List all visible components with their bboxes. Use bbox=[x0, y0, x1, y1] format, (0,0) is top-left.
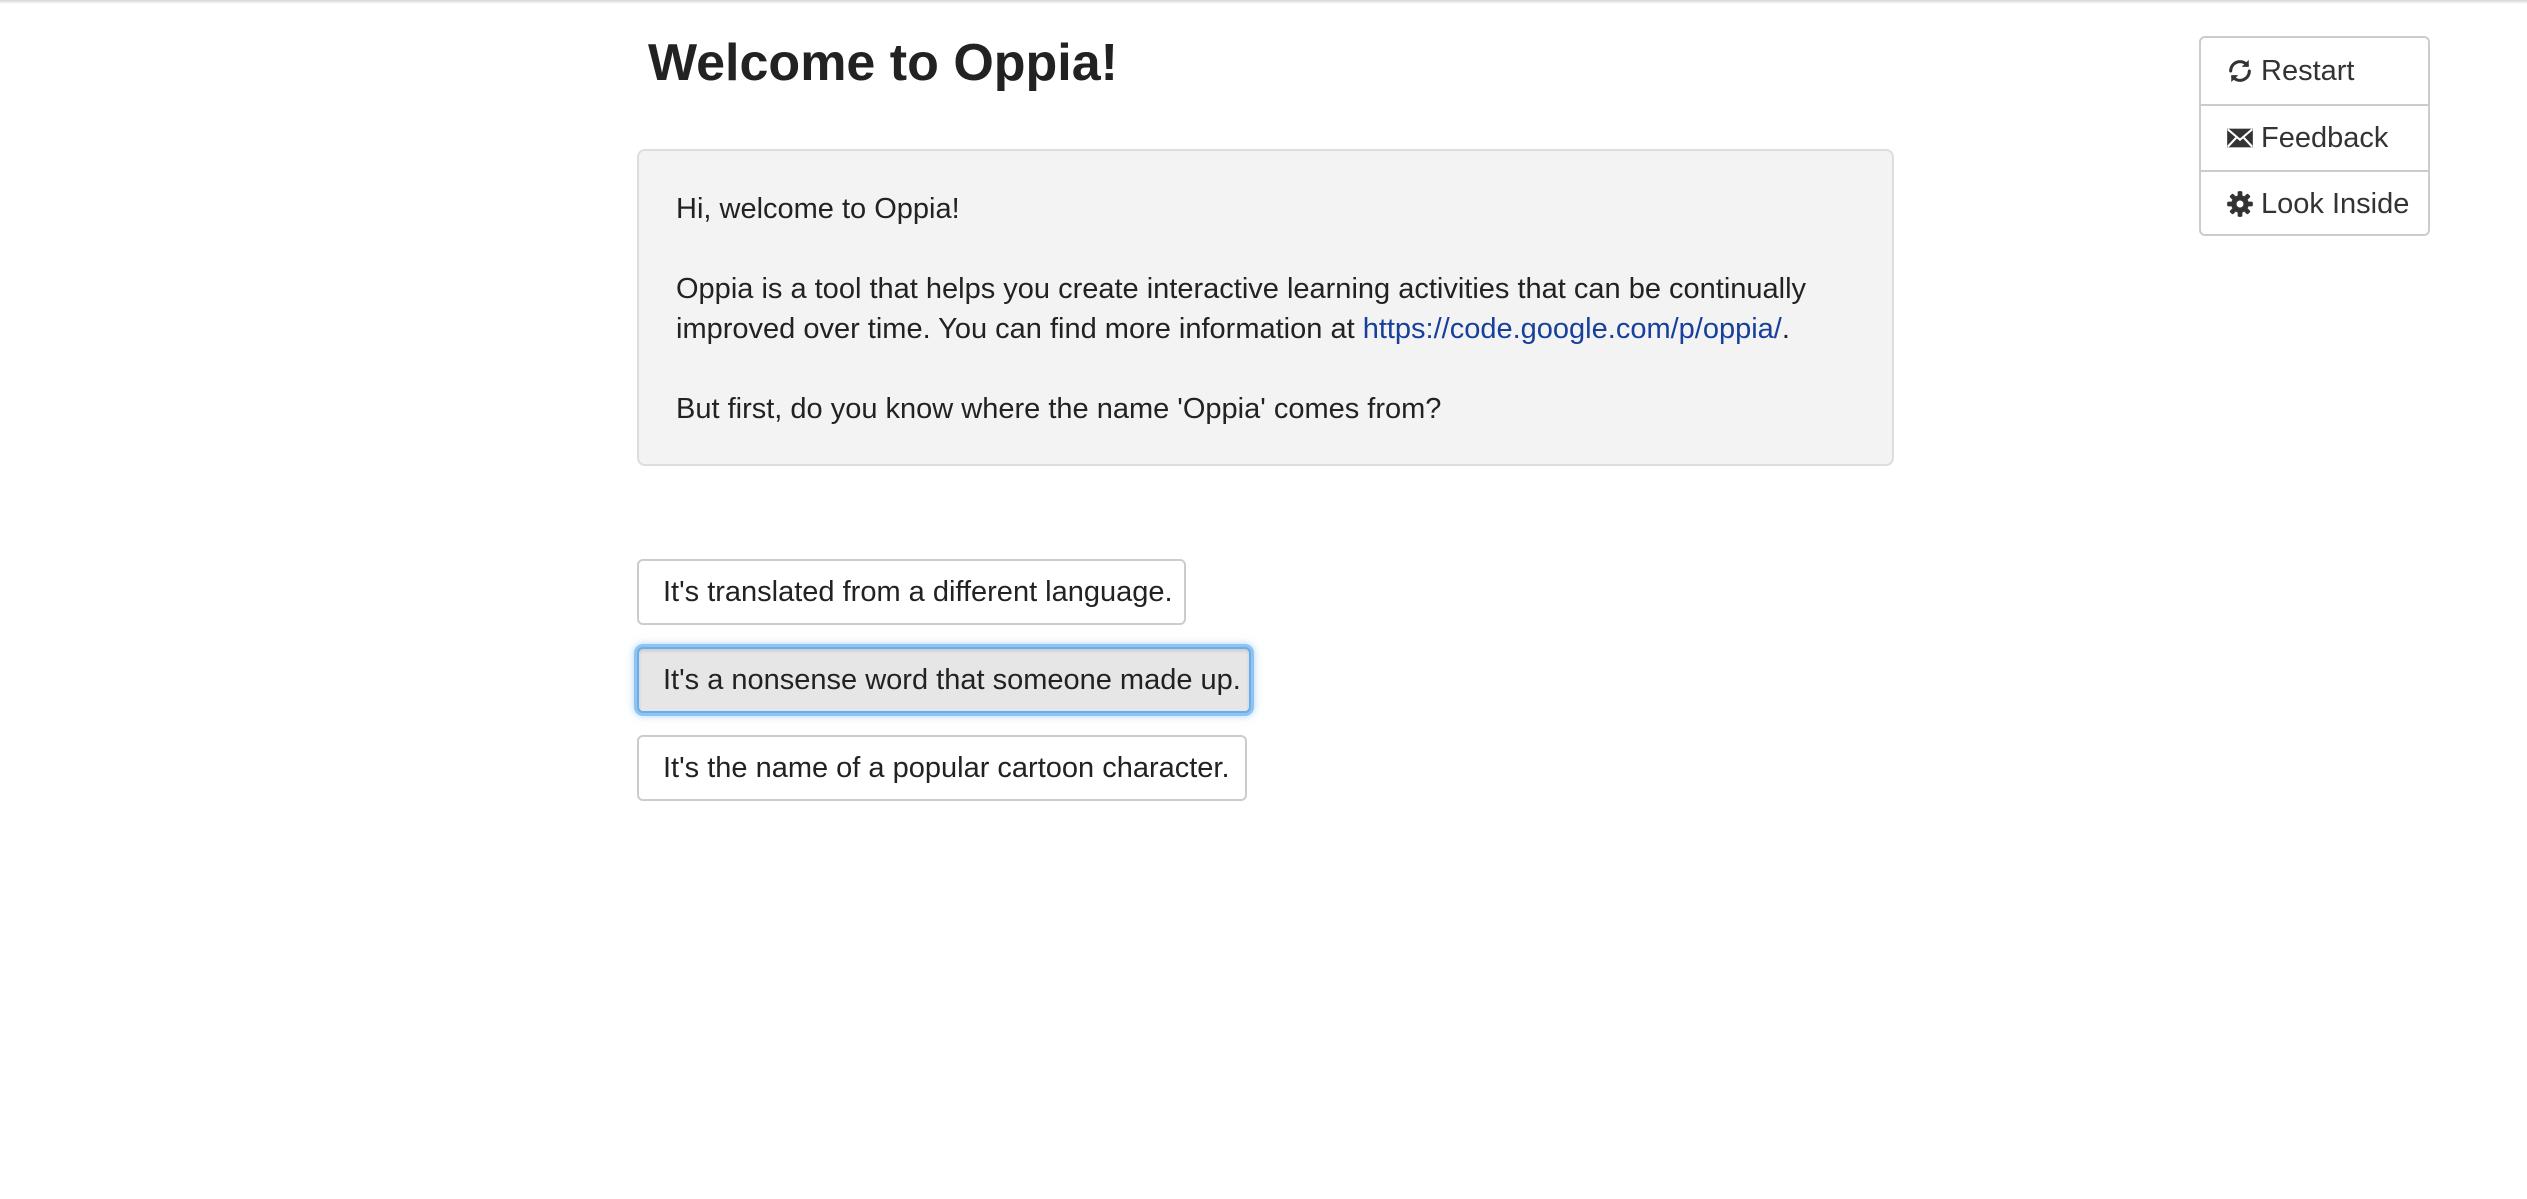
question-text: But first, do you know where the name 'O… bbox=[676, 393, 1442, 425]
gear-icon bbox=[2225, 189, 2255, 219]
top-shadow-divider bbox=[0, 0, 2527, 4]
choice-translated-button[interactable]: It's translated from a different languag… bbox=[637, 559, 1186, 625]
refresh-icon bbox=[2225, 56, 2255, 86]
feedback-label: Feedback bbox=[2261, 121, 2389, 154]
oppia-info-link[interactable]: https://code.google.com/p/oppia/ bbox=[1363, 313, 1782, 345]
greeting-text: Hi, welcome to Oppia! bbox=[676, 193, 960, 225]
intro-end-punctuation: . bbox=[1781, 313, 1790, 345]
choice-cartoon-character-button[interactable]: It's the name of a popular cartoon chara… bbox=[637, 735, 1247, 801]
intro-paragraph: Oppia is a tool that helps you create in… bbox=[676, 269, 1856, 349]
envelope-icon bbox=[2225, 123, 2255, 153]
restart-label: Restart bbox=[2261, 54, 2355, 87]
content-card: Hi, welcome to Oppia! Oppia is a tool th… bbox=[637, 149, 1894, 466]
choice-nonsense-word-button[interactable]: It's a nonsense word that someone made u… bbox=[637, 647, 1251, 713]
restart-button[interactable]: Restart bbox=[2201, 38, 2428, 104]
look-inside-button[interactable]: Look Inside bbox=[2201, 170, 2428, 234]
page-title: Welcome to Oppia! bbox=[648, 34, 1118, 92]
feedback-button[interactable]: Feedback bbox=[2201, 104, 2428, 170]
side-menu: Restart Feedback Look Inside bbox=[2199, 36, 2430, 236]
look-inside-label: Look Inside bbox=[2261, 187, 2410, 220]
